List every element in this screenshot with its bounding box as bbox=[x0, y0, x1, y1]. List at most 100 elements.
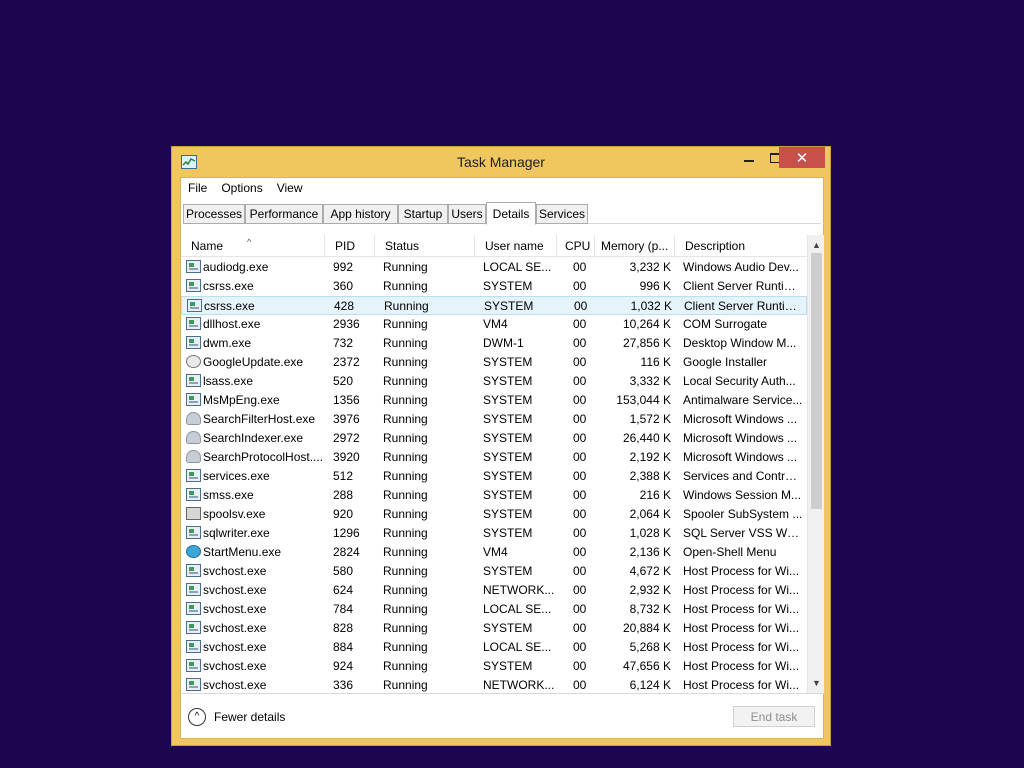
process-user: SYSTEM bbox=[483, 431, 533, 445]
title-bar[interactable]: Task Manager ✕ bbox=[172, 147, 830, 177]
process-description: Antimalware Service... bbox=[683, 393, 803, 407]
table-row[interactable]: lsass.exe 520 Running SYSTEM 00 3,332 K Local … bbox=[181, 372, 807, 391]
tab-app-history[interactable]: App history bbox=[323, 204, 398, 224]
process-description: Host Process for Wi... bbox=[683, 678, 800, 692]
process-memory: 2,064 K bbox=[629, 507, 671, 521]
column-header-name[interactable]: Name ^ bbox=[181, 235, 325, 257]
table-row[interactable]: svchost.exe 336 Running NETWORK... 00 6,124 K… bbox=[181, 676, 807, 693]
process-memory: 2,136 K bbox=[629, 545, 671, 559]
process-description: Host Process for Wi... bbox=[683, 621, 800, 635]
table-row[interactable]: services.exe 512 Running SYSTEM 00 2,388 K Ser… bbox=[181, 467, 807, 486]
scrollbar-thumb[interactable] bbox=[811, 253, 822, 509]
menu-view[interactable]: View bbox=[277, 181, 303, 195]
process-user: SYSTEM bbox=[483, 621, 533, 635]
table-row[interactable]: SearchFilterHost.exe 3976 Running SYSTEM 00 1… bbox=[181, 410, 807, 429]
process-user: SYSTEM bbox=[483, 469, 533, 483]
process-pid: 3920 bbox=[333, 450, 360, 464]
process-description: Host Process for Wi... bbox=[683, 659, 800, 673]
process-memory: 3,332 K bbox=[629, 374, 671, 388]
process-pid: 624 bbox=[333, 583, 354, 597]
end-task-button[interactable]: End task bbox=[733, 706, 815, 727]
process-name: lsass.exe bbox=[203, 374, 254, 388]
process-status: Running bbox=[383, 412, 428, 426]
process-cpu: 00 bbox=[573, 317, 587, 331]
process-memory: 1,028 K bbox=[629, 526, 671, 540]
exe-icon bbox=[186, 317, 201, 330]
process-user: SYSTEM bbox=[483, 412, 533, 426]
exe-icon bbox=[186, 336, 201, 349]
column-header-memory[interactable]: Memory (p... bbox=[595, 235, 675, 257]
tab-performance[interactable]: Performance bbox=[245, 204, 323, 224]
process-user: SYSTEM bbox=[483, 393, 533, 407]
process-cpu: 00 bbox=[573, 355, 587, 369]
process-description: Local Security Auth... bbox=[683, 374, 796, 388]
process-description: Windows Session M... bbox=[683, 488, 802, 502]
exe-icon bbox=[186, 260, 201, 273]
menu-options[interactable]: Options bbox=[221, 181, 262, 195]
process-status: Running bbox=[383, 336, 428, 350]
process-cpu: 00 bbox=[574, 299, 588, 313]
column-header-description[interactable]: Description bbox=[675, 235, 807, 257]
table-row[interactable]: svchost.exe 924 Running SYSTEM 00 47,656 K Hos… bbox=[181, 657, 807, 676]
process-description: Host Process for Wi... bbox=[683, 640, 800, 654]
column-header-status[interactable]: Status bbox=[375, 235, 475, 257]
table-row[interactable]: smss.exe 288 Running SYSTEM 00 216 K Windows S… bbox=[181, 486, 807, 505]
table-row[interactable]: svchost.exe 624 Running NETWORK... 00 2,932 K… bbox=[181, 581, 807, 600]
process-status: Running bbox=[383, 507, 428, 521]
table-row[interactable]: MsMpEng.exe 1356 Running SYSTEM 00 153,044 K A… bbox=[181, 391, 807, 410]
table-row[interactable]: SearchProtocolHost.... 3920 Running SYSTEM 0… bbox=[181, 448, 807, 467]
table-row[interactable]: GoogleUpdate.exe 2372 Running SYSTEM 00 116 K… bbox=[181, 353, 807, 372]
table-row[interactable]: svchost.exe 784 Running LOCAL SE... 00 8,732 … bbox=[181, 600, 807, 619]
process-pid: 580 bbox=[333, 564, 354, 578]
process-status: Running bbox=[383, 374, 428, 388]
tab-processes[interactable]: Processes bbox=[183, 204, 245, 224]
process-name: dwm.exe bbox=[203, 336, 252, 350]
process-user: SYSTEM bbox=[483, 564, 533, 578]
menu-file[interactable]: File bbox=[188, 181, 207, 195]
column-header-cpu[interactable]: CPU bbox=[557, 235, 595, 257]
process-name: svchost.exe bbox=[203, 640, 267, 654]
process-pid: 288 bbox=[333, 488, 354, 502]
table-row[interactable]: csrss.exe 428 Running SYSTEM 00 1,032 K Client… bbox=[181, 296, 807, 315]
table-row[interactable]: svchost.exe 828 Running SYSTEM 00 20,884 K Hos… bbox=[181, 619, 807, 638]
table-row[interactable]: dllhost.exe 2936 Running VM4 00 10,264 K COM S… bbox=[181, 315, 807, 334]
process-status: Running bbox=[383, 526, 428, 540]
tab-details[interactable]: Details bbox=[486, 202, 536, 225]
process-pid: 884 bbox=[333, 640, 354, 654]
task-manager-window: Task Manager ✕ File Options View Process… bbox=[171, 146, 831, 746]
process-pid: 1356 bbox=[333, 393, 360, 407]
process-cpu: 00 bbox=[573, 393, 587, 407]
table-row[interactable]: SearchIndexer.exe 2972 Running SYSTEM 00 26,4… bbox=[181, 429, 807, 448]
scroll-down-icon[interactable]: ▼ bbox=[808, 675, 825, 691]
vertical-scrollbar[interactable]: ▲ ▼ bbox=[807, 235, 824, 693]
table-row[interactable]: csrss.exe 360 Running SYSTEM 00 996 K Client S… bbox=[181, 277, 807, 296]
table-row[interactable]: svchost.exe 580 Running SYSTEM 00 4,672 K Host… bbox=[181, 562, 807, 581]
tab-users[interactable]: Users bbox=[448, 204, 486, 224]
column-header-pid[interactable]: PID bbox=[325, 235, 375, 257]
process-memory: 216 K bbox=[639, 488, 671, 502]
scroll-up-icon[interactable]: ▲ bbox=[808, 237, 825, 253]
exe-icon bbox=[187, 299, 202, 312]
column-header-user-name[interactable]: User name bbox=[475, 235, 557, 257]
table-row[interactable]: StartMenu.exe 2824 Running VM4 00 2,136 K Open… bbox=[181, 543, 807, 562]
process-pid: 920 bbox=[333, 507, 354, 521]
process-user: LOCAL SE... bbox=[483, 640, 552, 654]
process-name: csrss.exe bbox=[204, 299, 255, 313]
table-row[interactable]: svchost.exe 884 Running LOCAL SE... 00 5,268 … bbox=[181, 638, 807, 657]
table-row[interactable]: sqlwriter.exe 1296 Running SYSTEM 00 1,028 K S… bbox=[181, 524, 807, 543]
process-status: Running bbox=[383, 355, 428, 369]
table-row[interactable]: spoolsv.exe 920 Running SYSTEM 00 2,064 K Spoo… bbox=[181, 505, 807, 524]
tab-startup[interactable]: Startup bbox=[398, 204, 448, 224]
process-memory: 47,656 K bbox=[622, 659, 671, 673]
close-icon: ✕ bbox=[795, 149, 809, 167]
fewer-details-button[interactable]: ^ Fewer details bbox=[188, 708, 285, 726]
minimize-button[interactable] bbox=[735, 147, 762, 168]
process-name: csrss.exe bbox=[203, 279, 254, 293]
process-status: Running bbox=[383, 659, 428, 673]
process-pid: 992 bbox=[333, 260, 354, 274]
tab-services[interactable]: Services bbox=[536, 204, 588, 224]
table-row[interactable]: audiodg.exe 992 Running LOCAL SE... 00 3,232 … bbox=[181, 258, 807, 277]
table-row[interactable]: dwm.exe 732 Running DWM-1 00 27,856 K Desktop … bbox=[181, 334, 807, 353]
close-button[interactable]: ✕ bbox=[779, 147, 825, 168]
process-status: Running bbox=[383, 583, 428, 597]
